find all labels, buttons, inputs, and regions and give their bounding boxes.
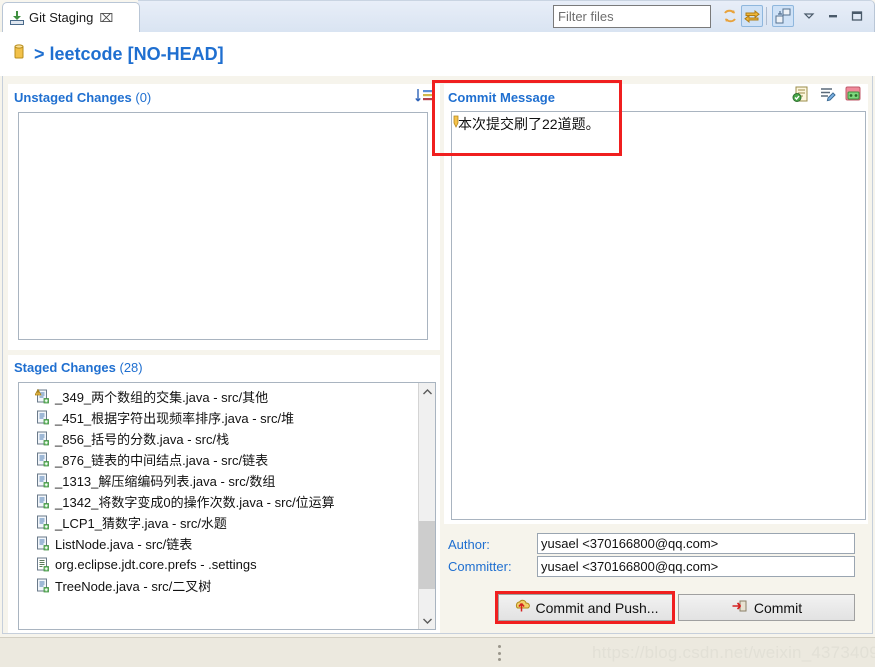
staged-file-row[interactable]: _856_括号的分数.java - src/栈 [19,428,418,449]
commit-message-panel: Commit Message 本次提交刷了22道题。 [444,84,868,524]
staged-title: Staged Changes (28) [14,359,143,375]
commit-label: Commit [753,599,803,616]
filter-files-input[interactable] [553,5,711,28]
staged-file-row[interactable]: _1342_将数字变成0的操作次数.java - src/位运算 [19,491,418,512]
maximize-icon[interactable] [848,7,866,25]
sort-icon[interactable] [414,87,434,105]
staged-file-name: _876_链表的中间结点.java - src/链表 [55,453,269,468]
staged-file-row[interactable]: _1313_解压缩编码列表.java - src/数组 [19,470,418,491]
staged-file-name: ListNode.java - src/链表 [55,537,193,552]
staged-changes-header: Staged Changes (28) [14,358,143,376]
java-file-icon [35,410,50,425]
java-file-icon [35,452,50,467]
refresh-icon[interactable] [719,5,741,27]
layout-toggle-icon[interactable] [772,5,794,27]
staged-file-row[interactable]: _876_链表的中间结点.java - src/链表 [19,449,418,470]
committer-field[interactable] [537,556,855,577]
staged-file-name: _451_根据字符出现频率排序.java - src/堆 [55,411,295,426]
staged-list-scrollbar[interactable] [418,383,435,629]
commit-message-textarea[interactable]: 本次提交刷了22道题。 [451,111,866,520]
add-signed-off-icon[interactable] [792,85,810,103]
repo-branch: [NO-HEAD] [127,43,224,64]
commit-message-title: Commit Message [448,89,555,105]
unstaged-changes-panel: Unstaged Changes (0) [8,84,440,350]
staged-file-name: _856_括号的分数.java - src/栈 [55,432,230,447]
staged-file-name: _LCP1_猜数字.java - src/水题 [55,516,227,531]
staged-file-row[interactable]: ListNode.java - src/链表 [19,533,418,554]
staged-file-name: TreeNode.java - src/二叉树 [55,579,212,594]
repository-header: > leetcode [NO-HEAD] [0,32,875,76]
commit-icon [731,598,748,617]
staged-count: (28) [119,359,143,375]
amend-commit-icon[interactable] [844,85,862,103]
minimize-icon[interactable] [824,7,842,25]
committer-label: Committer: [448,559,512,574]
author-label: Author: [448,537,490,552]
staged-file-row[interactable]: _451_根据字符出现频率排序.java - src/堆 [19,407,418,428]
commit-button[interactable]: Commit [678,594,855,621]
staged-file-list[interactable]: _349_两个数组的交集.java - src/其他 _451_根据字符出现频率排… [18,382,436,630]
tab-label: Git Staging [29,10,94,25]
commit-message-toolbar [792,85,862,103]
commit-message-header: Commit Message [448,88,555,106]
author-field[interactable] [537,533,855,554]
java-file-warning-icon [35,389,50,404]
prefs-file-icon [35,557,50,572]
staged-file-row[interactable]: TreeNode.java - src/二叉树 [19,575,418,596]
link-selection-icon[interactable] [741,5,763,27]
unstaged-title: Unstaged Changes (0) [14,89,152,105]
repo-separator: > [34,43,45,64]
staged-file-row[interactable]: _349_两个数组的交集.java - src/其他 [19,386,418,407]
view-tab-bar: Git Staging ⌧ [0,0,875,32]
unstaged-file-list[interactable] [18,112,428,340]
tab-bar-toolbar-area [138,0,875,32]
staged-file-name: _349_两个数组的交集.java - src/其他 [55,390,269,405]
java-file-icon [35,494,50,509]
git-staging-icon [9,10,25,26]
staged-file-name: _1342_将数字变成0的操作次数.java - src/位运算 [55,495,335,510]
staged-file-row[interactable]: org.eclipse.jdt.core.prefs - .settings [19,554,418,575]
java-file-icon [35,536,50,551]
page-title: > leetcode [NO-HEAD] [34,44,224,65]
repo-name: leetcode [49,43,123,64]
staged-changes-panel: Staged Changes (28) _349_两个数组的交集.java - … [8,355,440,633]
commit-and-push-button[interactable]: Commit and Push... [498,594,673,621]
close-icon[interactable]: ⌧ [99,12,113,24]
status-bar: https://blog.csdn.net/weixin_43734095 [0,637,875,667]
scroll-up-icon[interactable] [419,383,435,400]
unstaged-changes-header: Unstaged Changes (0) [14,88,151,106]
java-file-icon [35,515,50,530]
java-file-icon [35,578,50,593]
push-icon [513,598,530,617]
git-staging-view: Git Staging ⌧ Filter files > leetcode [N… [0,0,875,667]
staged-file-name: org.eclipse.jdt.core.prefs - .settings [55,557,257,572]
toolbar-separator [766,7,767,25]
commit-message-text: 本次提交刷了22道题。 [458,116,600,132]
commit-and-push-label: Commit and Push... [535,599,659,616]
scrollbar-thumb[interactable] [419,521,435,589]
java-file-icon [35,431,50,446]
watermark-text: https://blog.csdn.net/weixin_43734095 [592,643,875,662]
staged-file-name: _1313_解压缩编码列表.java - src/数组 [55,474,276,489]
java-file-icon [35,473,50,488]
scroll-down-icon[interactable] [419,612,435,629]
tab-git-staging[interactable]: Git Staging ⌧ [2,2,140,32]
view-menu-icon[interactable] [800,7,818,25]
unstaged-count: (0) [135,89,152,105]
status-handle-icon[interactable] [498,645,502,661]
add-change-id-icon[interactable] [818,85,836,103]
repository-icon [12,43,26,66]
staged-file-row[interactable]: _LCP1_猜数字.java - src/水题 [19,512,418,533]
